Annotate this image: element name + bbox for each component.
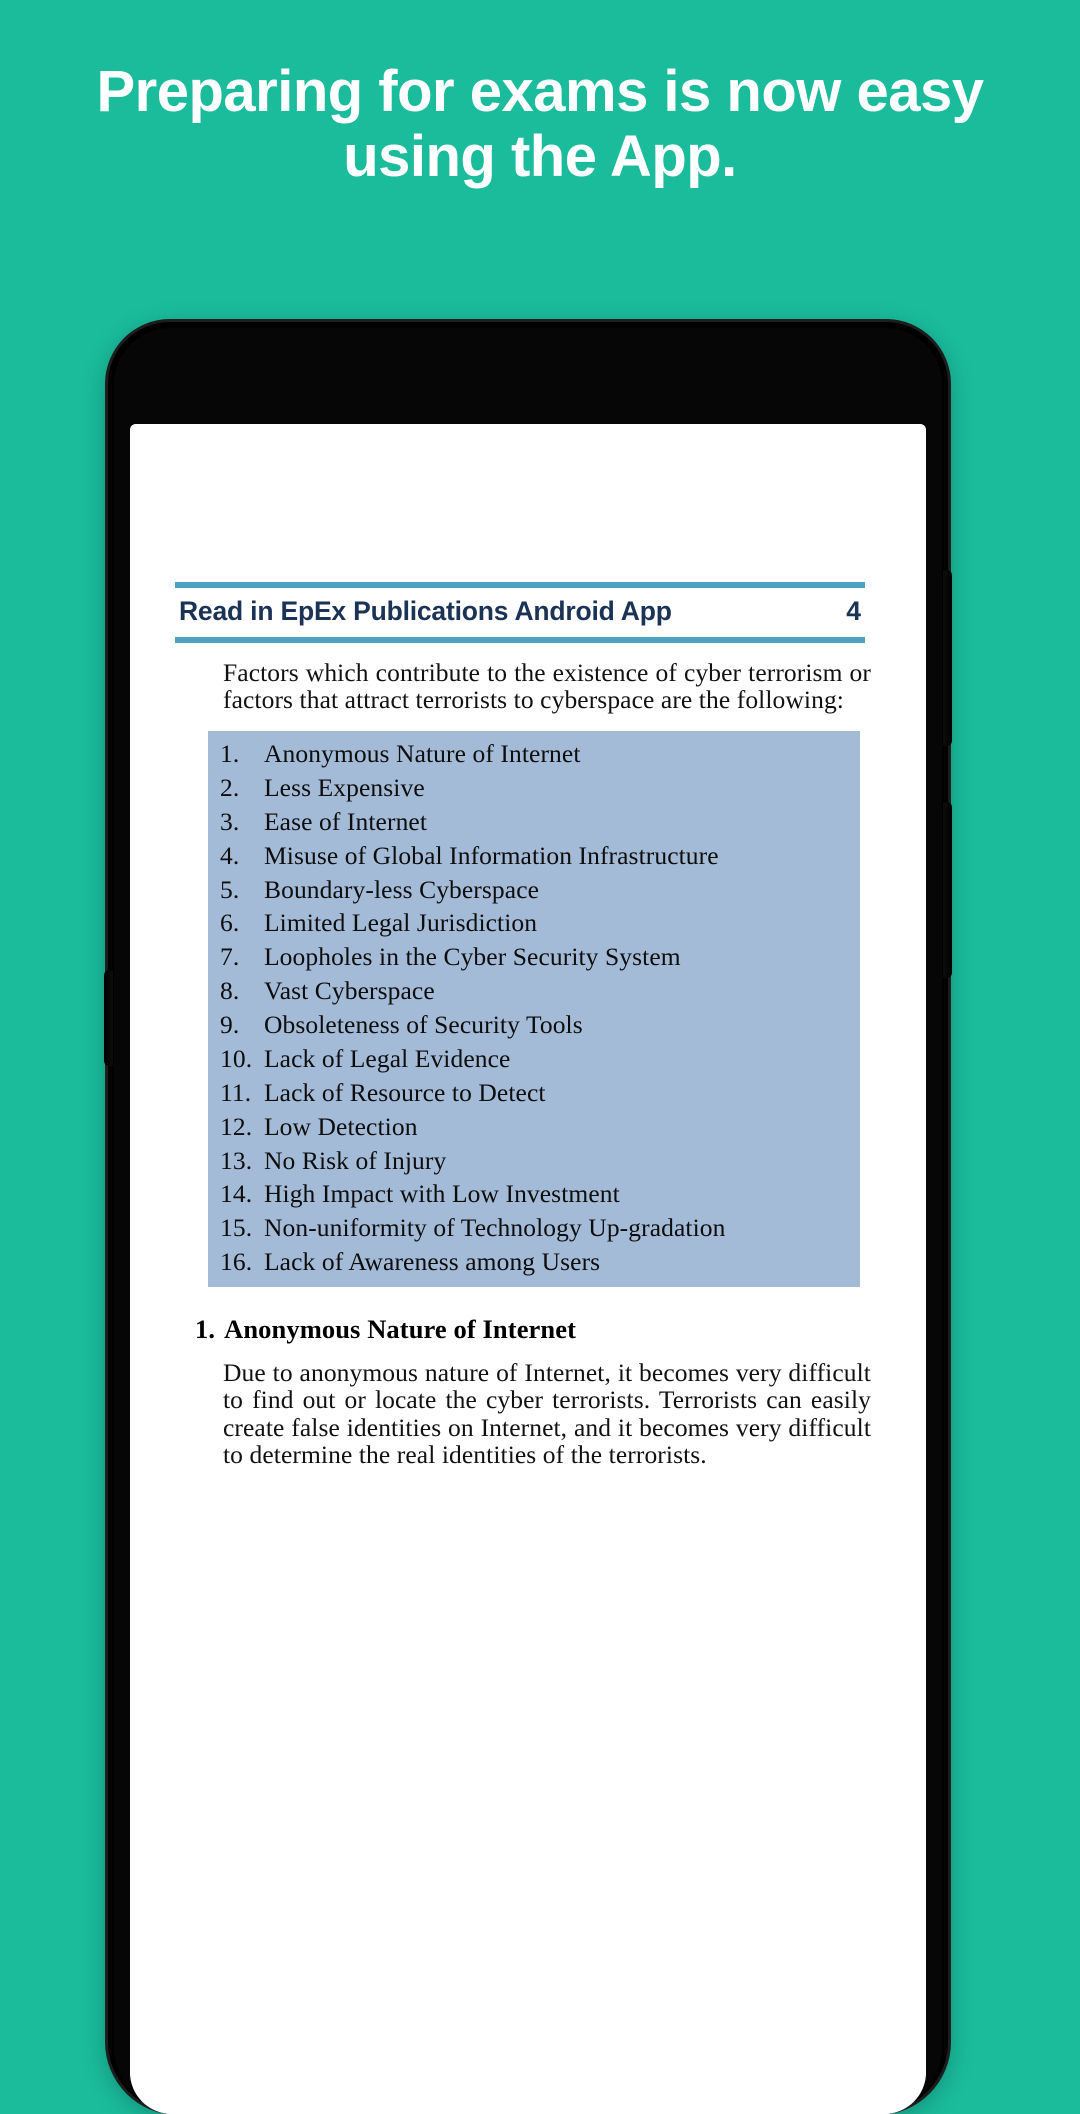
factor-list-item-label: High Impact with Low Investment	[264, 1179, 620, 1209]
document-running-header: Read in EpEx Publications Android App 4	[175, 582, 865, 643]
volume-down-button[interactable]	[943, 802, 952, 978]
factor-list-item: 1. Anonymous Nature of Internet	[208, 737, 860, 771]
factor-list-item: 6. Limited Legal Jurisdiction	[208, 906, 860, 940]
factor-list-item-number: 8.	[220, 976, 240, 1006]
factor-list-item-label: Non-uniformity of Technology Up-gradatio…	[264, 1213, 726, 1243]
factor-list-item-label: Loopholes in the Cyber Security System	[264, 942, 681, 972]
phone-screen[interactable]: Read in EpEx Publications Android App 4 …	[130, 424, 926, 2114]
volume-up-button[interactable]	[943, 570, 952, 746]
factor-list-item-label: Limited Legal Jurisdiction	[264, 908, 538, 938]
document-page-number: 4	[846, 596, 861, 626]
factor-list-item: 7. Loopholes in the Cyber Security System	[208, 940, 860, 974]
factor-list-item-number: 13.	[220, 1145, 253, 1175]
factor-list-item-number: 4.	[220, 840, 240, 870]
factor-list-item: 4. Misuse of Global Information Infrastru…	[208, 838, 860, 872]
section-heading: 1. Anonymous Nature of Internet	[195, 1314, 875, 1345]
header-rule-bottom	[175, 637, 865, 643]
document-body: Factors which contribute to the existenc…	[175, 659, 875, 1468]
factor-list-item-label: Lack of Awareness among Users	[264, 1247, 601, 1277]
factor-list-item-label: Lack of Resource to Detect	[264, 1077, 546, 1107]
factor-list-item-number: 12.	[220, 1111, 253, 1141]
factor-list-item: 9. Obsoleteness of Security Tools	[208, 1008, 860, 1042]
factor-list-item-number: 9.	[220, 1010, 240, 1039]
factor-list-item-number: 6.	[220, 908, 240, 938]
document-header-title: Read in EpEx Publications Android App	[179, 596, 672, 626]
factor-list-item-label: Anonymous Nature of Internet	[264, 739, 581, 768]
factor-list-item-number: 5.	[220, 874, 240, 904]
factor-list-item-number: 14.	[220, 1179, 253, 1209]
promo-headline: Preparing for exams is now easy using th…	[96, 59, 984, 189]
section-heading-number: 1.	[195, 1313, 216, 1344]
factor-list-item-number: 7.	[220, 942, 240, 972]
factor-list-item-label: Vast Cyberspace	[264, 976, 435, 1006]
section-body-paragraph: Due to anonymous nature of Internet, it …	[223, 1357, 871, 1470]
factor-list-item: 3. Ease of Internet	[208, 805, 860, 839]
factor-list-item-number: 2.	[220, 772, 240, 802]
power-button[interactable]	[104, 970, 113, 1066]
factor-list-item-label: Ease of Internet	[264, 806, 428, 836]
factor-list-item: 14. High Impact with Low Investment	[208, 1177, 860, 1211]
factor-list-item-label: Low Detection	[264, 1111, 418, 1141]
factor-list-item-label: Obsoleteness of Security Tools	[264, 1010, 583, 1039]
highlighted-factor-list: 1. Anonymous Nature of Internet 2. Less Exp…	[208, 730, 860, 1287]
factor-list-item-number: 3.	[220, 806, 240, 836]
header-rule-top	[175, 582, 865, 588]
factor-list-item: 13. No Risk of Injury	[208, 1143, 860, 1177]
factor-list-item-number: 16.	[220, 1247, 253, 1277]
factor-list-item: 16. Lack of Awareness among Users	[208, 1245, 860, 1279]
factor-list-item: 15. Non-uniformity of Technology Up-grada…	[208, 1211, 860, 1245]
factor-list-item-number: 1.	[220, 739, 240, 768]
factor-list-item-label: No Risk of Injury	[264, 1145, 447, 1175]
factor-list-item-label: Misuse of Global Information Infrastruct…	[264, 840, 719, 870]
factor-list-item: 2. Less Expensive	[208, 771, 860, 805]
factor-list-item: 8. Vast Cyberspace	[208, 974, 860, 1008]
factor-list-item-number: 10.	[220, 1043, 253, 1073]
factor-list-item: 5. Boundary-less Cyberspace	[208, 872, 860, 906]
factor-list-item-label: Lack of Legal Evidence	[264, 1043, 511, 1073]
document-page[interactable]: Read in EpEx Publications Android App 4 …	[130, 424, 926, 2114]
factor-list-item: 12. Low Detection	[208, 1109, 860, 1143]
phone-mockup: Read in EpEx Publications Android App 4 …	[104, 322, 952, 2114]
intro-paragraph: Factors which contribute to the existenc…	[223, 658, 871, 715]
factor-list-item-number: 15.	[220, 1213, 253, 1243]
factor-list-item: 10. Lack of Legal Evidence	[208, 1042, 860, 1076]
factor-list-item-label: Less Expensive	[264, 772, 425, 802]
factor-list-item: 11. Lack of Resource to Detect	[208, 1076, 860, 1110]
section-heading-text: Anonymous Nature of Internet	[224, 1313, 577, 1344]
factor-list-item-label: Boundary-less Cyberspace	[264, 874, 540, 904]
factor-list-item-number: 11.	[220, 1077, 252, 1107]
